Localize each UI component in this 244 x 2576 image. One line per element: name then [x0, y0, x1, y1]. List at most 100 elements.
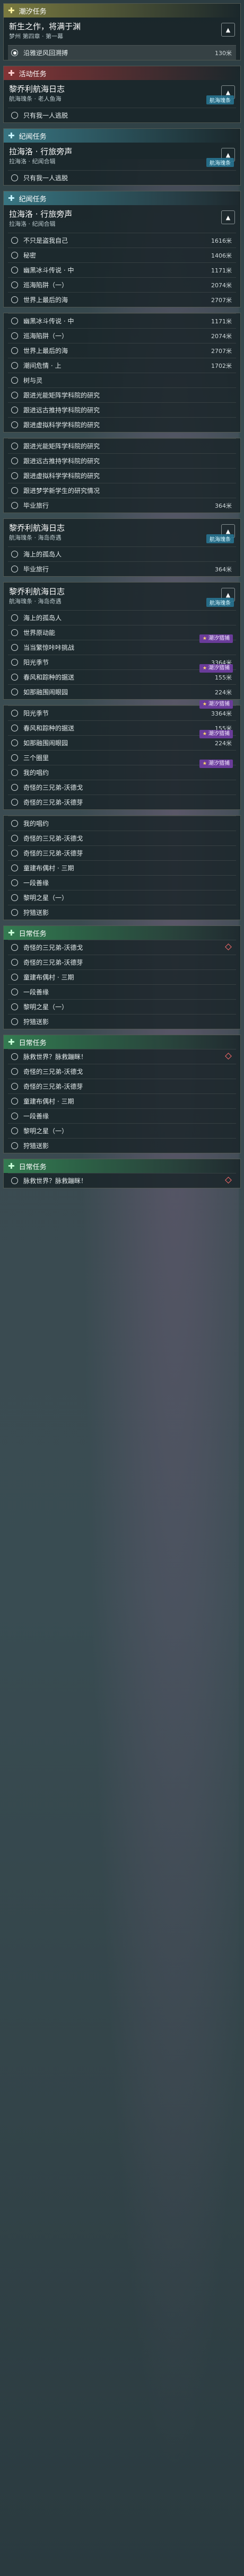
objective-radio-icon[interactable]	[11, 739, 18, 746]
objective-row[interactable]: 一段善缘	[8, 875, 236, 890]
objective-radio-icon[interactable]	[11, 317, 18, 324]
objective-radio-icon[interactable]	[11, 457, 18, 464]
objective-row[interactable]: 一段善缘	[8, 984, 236, 999]
objective-row[interactable]: 跟进光能矩阵学科院的研究	[8, 438, 236, 453]
objective-radio-icon[interactable]	[11, 566, 18, 572]
objective-radio-icon[interactable]	[11, 689, 18, 695]
objective-row[interactable]: 黎明之星（一）	[8, 890, 236, 905]
objective-radio-icon[interactable]	[11, 443, 18, 449]
objective-row[interactable]: 如那融围闹眼园 224米 ★ 潮汐猎捕	[8, 730, 236, 750]
objective-radio-icon[interactable]	[11, 1127, 18, 1134]
objective-radio-icon[interactable]	[11, 1003, 18, 1010]
objective-row[interactable]: 奇怪的三兄弟-沃德芽	[8, 795, 236, 809]
objective-radio-icon[interactable]	[11, 174, 18, 181]
objective-row[interactable]: 狩猎送影	[8, 905, 236, 920]
objective-radio-icon[interactable]	[11, 799, 18, 806]
objective-row[interactable]: 沿雅逆风回溯搏 130米	[8, 45, 236, 60]
section-header[interactable]: ✚ 纪闻任务	[4, 191, 240, 205]
objective-row[interactable]: 童建布偶村 · 三期	[8, 969, 236, 984]
objective-radio-icon[interactable]	[11, 237, 18, 244]
objective-radio-icon[interactable]	[11, 472, 18, 479]
objective-radio-icon[interactable]	[11, 644, 18, 651]
quest-card[interactable]: 拉海洛 · 行旅旁声 拉海洛 · 纪闻合辑 ▲	[4, 205, 240, 233]
section-header[interactable]: ✚ 纪闻任务	[4, 129, 240, 143]
objective-radio-icon[interactable]	[11, 974, 18, 981]
objective-row[interactable]: 世界上最后的海 2707米	[8, 343, 236, 358]
objective-radio-icon[interactable]	[11, 1177, 18, 1184]
objective-row[interactable]: 我的唱约	[8, 816, 236, 831]
objective-radio-icon[interactable]	[11, 267, 18, 274]
section-header[interactable]: ✚ 日常任务	[4, 926, 240, 940]
objective-row[interactable]: 跟进远古推持学科院的研究	[8, 402, 236, 417]
objective-radio-icon[interactable]	[11, 421, 18, 428]
objective-radio-icon[interactable]	[11, 332, 18, 339]
objective-row[interactable]: 巡海陷阱（一） 2074米	[8, 277, 236, 292]
objective-row[interactable]: 脉救世界？脉救蹦眯！	[8, 1049, 236, 1064]
objective-radio-icon[interactable]	[11, 1098, 18, 1105]
objective-radio-icon[interactable]	[11, 894, 18, 901]
objective-row[interactable]: 跟进远古推持学科院的研究	[8, 453, 236, 468]
objective-radio-icon[interactable]	[11, 989, 18, 995]
objective-row[interactable]: 不只是盗我自己 1616米	[8, 233, 236, 248]
objective-row[interactable]: 海上的孤岛人	[8, 610, 236, 625]
quest-card[interactable]: 黎乔利航海日志 航海瑰条 · 老人鱼海 ▲ 航海瑰条	[4, 80, 240, 108]
objective-radio-icon[interactable]	[11, 769, 18, 776]
objective-row[interactable]: 奇怪的三兄弟-沃德戈	[8, 780, 236, 795]
objective-radio-icon[interactable]	[11, 820, 18, 827]
objective-row[interactable]: 毕业旅行 364米	[8, 561, 236, 576]
objective-row[interactable]: 奇怪的三兄弟-沃德戈	[8, 831, 236, 845]
objective-radio-icon[interactable]	[11, 710, 18, 717]
objective-row[interactable]: 巡海陷阱（一） 2074米	[8, 328, 236, 343]
objective-radio-icon[interactable]	[11, 725, 18, 731]
objective-radio-icon[interactable]	[11, 551, 18, 558]
objective-radio-icon[interactable]	[11, 362, 18, 369]
objective-radio-icon[interactable]	[11, 502, 18, 509]
objective-row[interactable]: 潮间危情 · 上 1702米	[8, 358, 236, 373]
objective-radio-icon[interactable]	[11, 1113, 18, 1119]
quest-card[interactable]: 黎乔利航海日志 航海瑰条 · 海岛奇遇 ▲ 航海瑰条	[4, 519, 240, 546]
objective-radio-icon[interactable]	[11, 1018, 18, 1025]
objective-radio-icon[interactable]	[11, 49, 18, 56]
objective-radio-icon[interactable]	[11, 112, 18, 119]
objective-row[interactable]: 幽黑冰斗传说 · 中 1171米	[8, 262, 236, 277]
objective-row[interactable]: 一段善缘	[8, 1108, 236, 1123]
objective-row[interactable]: 跟进梦学新学生的研究情况	[8, 483, 236, 498]
objective-radio-icon[interactable]	[11, 487, 18, 494]
objective-row[interactable]: 奇怪的三兄弟-沃德芽	[8, 845, 236, 860]
objective-row[interactable]: 黎明之星（一）	[8, 1123, 236, 1138]
objective-row[interactable]: 跟进虚拟科学学科院的研究	[8, 468, 236, 483]
objective-row[interactable]: 阳光季节 3364米 ★ 潮汐猎捕	[8, 700, 236, 720]
objective-row[interactable]: 如那融围闹眼园 224米	[8, 684, 236, 699]
objective-radio-icon[interactable]	[11, 754, 18, 761]
objective-row[interactable]: 童建布偶村 · 三期	[8, 860, 236, 875]
objective-row[interactable]: 黎明之星（一）	[8, 999, 236, 1014]
objective-radio-icon[interactable]	[11, 614, 18, 621]
objective-radio-icon[interactable]	[11, 392, 18, 399]
objective-radio-icon[interactable]	[11, 959, 18, 966]
collapse-toggle-icon[interactable]: ▲	[221, 210, 235, 224]
objective-radio-icon[interactable]	[11, 835, 18, 842]
section-header[interactable]: ✚ 日常任务	[4, 1035, 240, 1049]
objective-row[interactable]: 狩猎送影	[8, 1138, 236, 1153]
objective-radio-icon[interactable]	[11, 281, 18, 288]
objective-row[interactable]: 树与灵	[8, 373, 236, 387]
section-header[interactable]: ✚ 日常任务	[4, 1159, 240, 1173]
objective-radio-icon[interactable]	[11, 407, 18, 413]
objective-radio-icon[interactable]	[11, 659, 18, 666]
objective-row[interactable]: 毕业旅行 364米	[8, 498, 236, 513]
objective-radio-icon[interactable]	[11, 864, 18, 871]
objective-radio-icon[interactable]	[11, 879, 18, 886]
objective-radio-icon[interactable]	[11, 629, 18, 636]
objective-row[interactable]: 幽黑冰斗传说 · 中 1171米	[8, 313, 236, 328]
collapse-toggle-icon[interactable]: ▲	[221, 23, 235, 37]
objective-row[interactable]: 奇怪的三兄弟-沃德芽	[8, 1079, 236, 1093]
objective-row[interactable]: 我的唱约 ★ 潮汐猎捕	[8, 760, 236, 780]
objective-radio-icon[interactable]	[11, 674, 18, 681]
objective-radio-icon[interactable]	[11, 1068, 18, 1075]
objective-row[interactable]: 奇怪的三兄弟-沃德戈	[8, 1064, 236, 1079]
objective-row[interactable]: 童建布偶村 · 三期	[8, 1093, 236, 1108]
objective-radio-icon[interactable]	[11, 944, 18, 951]
objective-radio-icon[interactable]	[11, 377, 18, 384]
quest-card[interactable]: 拉海洛 · 行旅旁声 拉海洛 · 纪闻合辑 ▲ 航海瑰条	[4, 143, 240, 170]
section-header[interactable]: ✚ 活动任务	[4, 66, 240, 80]
